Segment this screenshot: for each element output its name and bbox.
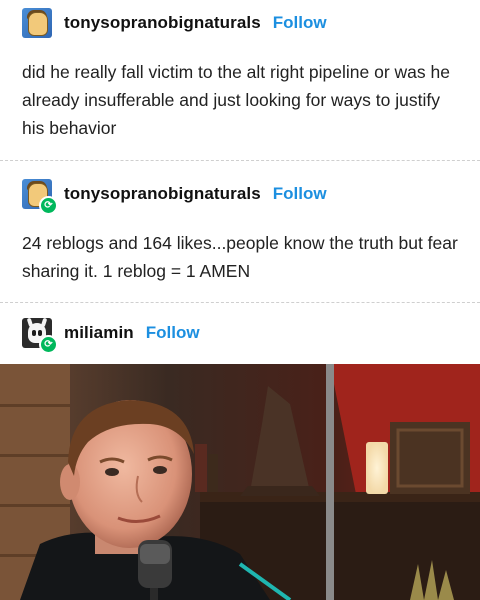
avatar-icon [28, 12, 48, 36]
post-divider [0, 160, 480, 161]
follow-button[interactable]: Follow [146, 323, 200, 343]
post-text: 24 reblogs and 164 likes...people know t… [22, 233, 458, 281]
post-text: did he really fall victim to the alt rig… [22, 62, 450, 138]
follow-button[interactable]: Follow [273, 13, 327, 33]
user-avatar[interactable]: ⟳ [22, 179, 58, 215]
post-divider [0, 302, 480, 303]
post-2-header: ⟳ tonysopranobignaturals Follow [22, 179, 327, 215]
reblog-icon: ⟳ [39, 335, 58, 354]
user-avatar[interactable] [22, 8, 52, 38]
video-still [0, 364, 480, 600]
reblog-icon: ⟳ [39, 196, 58, 215]
username[interactable]: miliamin [64, 323, 134, 343]
post-1-header: tonysopranobignaturals Follow [22, 8, 327, 38]
username[interactable]: tonysopranobignaturals [64, 13, 261, 33]
follow-button[interactable]: Follow [273, 184, 327, 204]
post-3-header: ⟳ miliamin Follow [22, 317, 200, 354]
username[interactable]: tonysopranobignaturals [64, 184, 261, 204]
post-image[interactable] [0, 364, 480, 600]
user-avatar[interactable]: ⟳ [22, 317, 58, 354]
